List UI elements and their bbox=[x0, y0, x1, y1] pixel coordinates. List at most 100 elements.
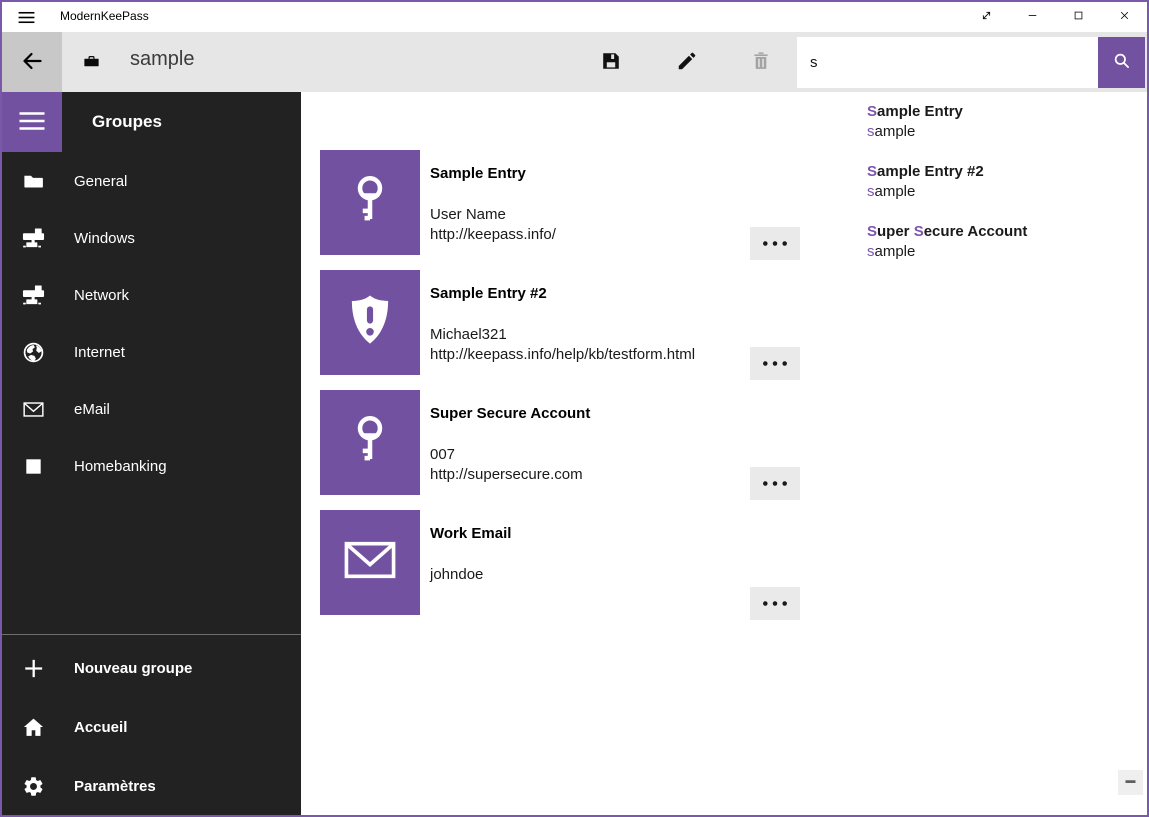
search-icon bbox=[1112, 51, 1132, 74]
save-button[interactable] bbox=[590, 42, 632, 82]
more-button[interactable] bbox=[750, 587, 800, 620]
sidebar-item-home[interactable]: Accueil bbox=[2, 698, 301, 757]
sidebar-item-label: Network bbox=[74, 287, 129, 304]
back-button[interactable] bbox=[2, 32, 62, 92]
sidebar-footer: Nouveau groupe Accueil Paramètres bbox=[2, 639, 301, 816]
gear-icon bbox=[21, 775, 45, 799]
entry-username: Michael321 bbox=[430, 326, 507, 343]
sidebar-item-label: Homebanking bbox=[74, 458, 167, 475]
titlebar-hamburger-icon[interactable] bbox=[15, 6, 37, 28]
sidebar-divider bbox=[2, 634, 301, 635]
ellipsis-icon bbox=[761, 476, 789, 491]
home-icon bbox=[21, 716, 45, 740]
entry-tile[interactable] bbox=[320, 150, 420, 255]
minimize-button[interactable] bbox=[1009, 2, 1055, 32]
sidebar-item-label: Windows bbox=[74, 230, 135, 247]
search-input[interactable] bbox=[797, 37, 1098, 88]
sidebar-item-label: Accueil bbox=[74, 719, 127, 736]
entry-username: 007 bbox=[430, 446, 455, 463]
entry-row[interactable]: Super Secure Account 007 http://supersec… bbox=[320, 390, 800, 510]
minus-icon bbox=[1123, 774, 1138, 792]
sidebar-item-label: Internet bbox=[74, 344, 125, 361]
minimize-icon bbox=[1026, 9, 1039, 25]
sidebar-item-general[interactable]: General bbox=[2, 153, 301, 210]
entry-tile[interactable] bbox=[320, 270, 420, 375]
entry-title: Super Secure Account bbox=[430, 405, 590, 422]
ellipsis-icon bbox=[761, 356, 789, 371]
entry-row[interactable]: Sample Entry User Name http://keepass.in… bbox=[320, 150, 800, 270]
groups-header: Groupes bbox=[92, 92, 162, 152]
sidebar-item-settings[interactable]: Paramètres bbox=[2, 757, 301, 816]
pencil-icon bbox=[676, 50, 698, 75]
app-window: ModernKeePass sample Groupes General bbox=[0, 0, 1149, 817]
more-button[interactable] bbox=[750, 227, 800, 260]
square-icon bbox=[21, 455, 45, 479]
more-button[interactable] bbox=[750, 467, 800, 500]
entry-row[interactable]: Work Email johndoe bbox=[320, 510, 800, 630]
close-button[interactable] bbox=[1101, 2, 1147, 32]
suggestion-title: Sample Entry #2 bbox=[867, 162, 1147, 182]
window-title: ModernKeePass bbox=[60, 9, 149, 23]
entry-tile[interactable] bbox=[320, 510, 420, 615]
entry-username: User Name bbox=[430, 206, 506, 223]
entry-url: http://keepass.info/ bbox=[430, 226, 556, 243]
suggestion-title: Super Secure Account bbox=[867, 222, 1147, 242]
suggestion-subtitle: sample bbox=[867, 182, 1147, 202]
sidebar-item-network[interactable]: Network bbox=[2, 267, 301, 324]
trash-icon bbox=[750, 50, 772, 75]
sidebar-item-new-group[interactable]: Nouveau groupe bbox=[2, 639, 301, 698]
entry-row[interactable]: Sample Entry #2 Michael321 http://keepas… bbox=[320, 270, 800, 390]
suggestion-subtitle: sample bbox=[867, 122, 1147, 142]
edit-button[interactable] bbox=[666, 42, 708, 82]
key-icon bbox=[341, 171, 399, 234]
sidebar-item-label: Nouveau groupe bbox=[74, 660, 192, 677]
sidebar-item-label: Paramètres bbox=[74, 778, 156, 795]
maximize-button[interactable] bbox=[1055, 2, 1101, 32]
fullscreen-button[interactable] bbox=[963, 2, 1009, 32]
titlebar: ModernKeePass bbox=[2, 2, 1147, 32]
suggestion-subtitle: sample bbox=[867, 242, 1147, 262]
sidebar-item-label: eMail bbox=[74, 401, 110, 418]
shield-alert-icon bbox=[341, 291, 399, 354]
network-icon bbox=[21, 227, 45, 251]
more-button[interactable] bbox=[750, 347, 800, 380]
sidebar-item-label: General bbox=[74, 173, 127, 190]
window-controls bbox=[963, 2, 1147, 32]
entry-title: Sample Entry bbox=[430, 165, 526, 182]
sidebar-item-email[interactable]: eMail bbox=[2, 381, 301, 438]
network-icon bbox=[21, 284, 45, 308]
expand-icon bbox=[980, 9, 993, 25]
entry-url: http://supersecure.com bbox=[430, 466, 583, 483]
database-icon bbox=[82, 52, 102, 72]
sidebar-item-homebanking[interactable]: Homebanking bbox=[2, 438, 301, 495]
folder-icon bbox=[21, 170, 45, 194]
globe-icon bbox=[21, 341, 45, 365]
command-bar: sample bbox=[2, 32, 1147, 92]
suggestion-item[interactable]: Super Secure Account sample bbox=[867, 214, 1147, 274]
search-suggestions: Sample Entry sample Sample Entry #2 samp… bbox=[867, 94, 1147, 274]
close-icon bbox=[1118, 9, 1131, 25]
suggestion-item[interactable]: Sample Entry sample bbox=[867, 94, 1147, 154]
key-icon bbox=[341, 411, 399, 474]
group-list: General Windows Network Internet eMail H… bbox=[2, 153, 301, 495]
back-arrow-icon bbox=[20, 49, 44, 76]
suggestion-item[interactable]: Sample Entry #2 sample bbox=[867, 154, 1147, 214]
entry-tile[interactable] bbox=[320, 390, 420, 495]
sidebar-item-windows[interactable]: Windows bbox=[2, 210, 301, 267]
hamburger-icon bbox=[15, 106, 49, 139]
envelope-icon bbox=[341, 531, 399, 594]
entry-url: http://keepass.info/help/kb/testform.htm… bbox=[430, 346, 695, 363]
delete-button bbox=[740, 42, 782, 82]
ellipsis-icon bbox=[761, 596, 789, 611]
zoom-out-button[interactable] bbox=[1118, 770, 1143, 795]
maximize-icon bbox=[1072, 9, 1085, 25]
entry-title: Sample Entry #2 bbox=[430, 285, 547, 302]
sidebar-item-internet[interactable]: Internet bbox=[2, 324, 301, 381]
save-icon bbox=[600, 50, 622, 75]
entry-username: johndoe bbox=[430, 566, 483, 583]
search-button[interactable] bbox=[1098, 37, 1145, 88]
plus-icon bbox=[21, 657, 45, 681]
search-box bbox=[797, 37, 1098, 88]
sidebar-hamburger-button[interactable] bbox=[2, 92, 62, 152]
database-title: sample bbox=[130, 48, 194, 71]
